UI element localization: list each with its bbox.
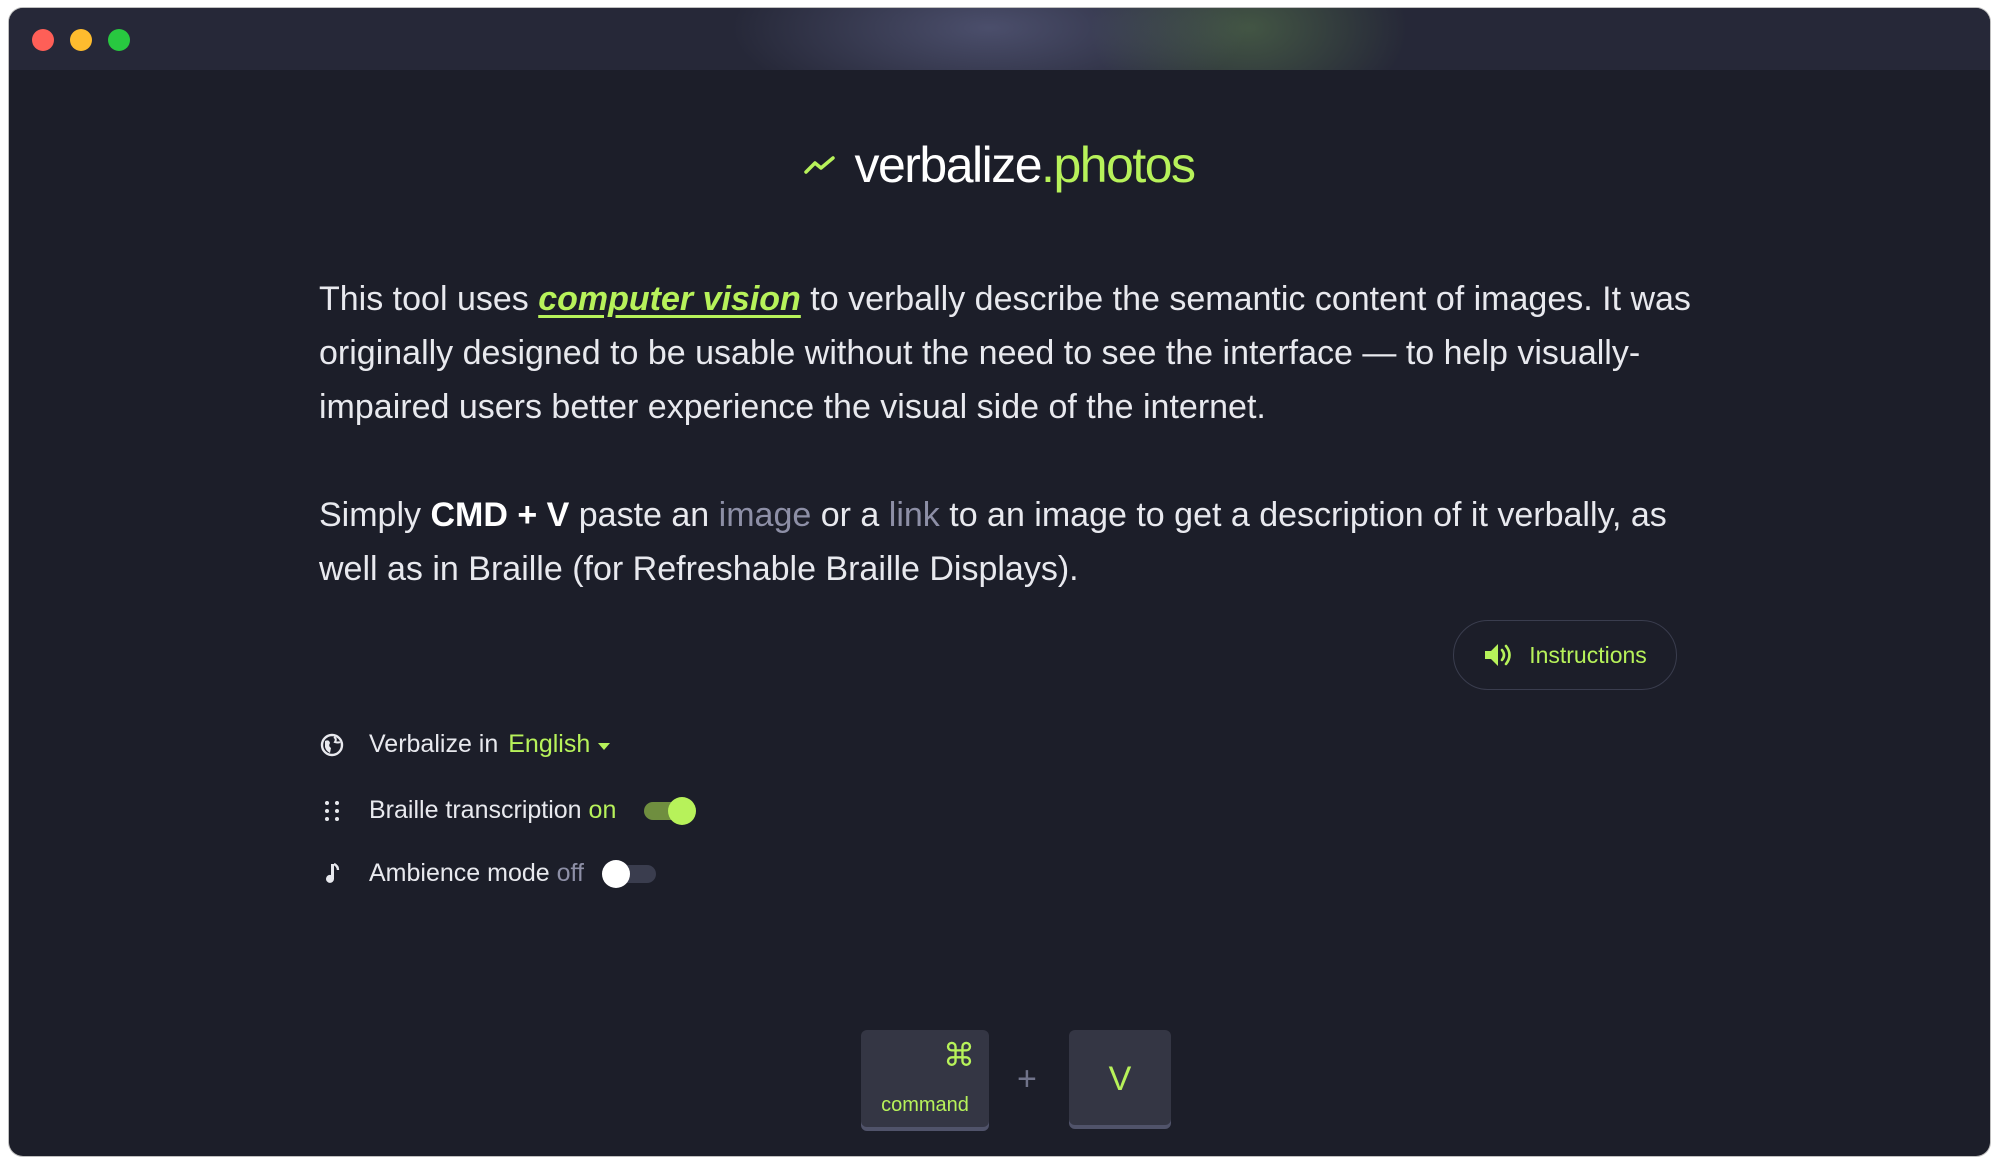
instructions-label: Instructions [1529, 641, 1647, 668]
v-key: V [1069, 1030, 1171, 1125]
command-symbol: ⌘ [943, 1037, 975, 1073]
ambience-label: Ambience mode [369, 859, 550, 887]
maximize-window-button[interactable] [108, 29, 130, 51]
title-bar-glow-accent [1089, 8, 1409, 70]
logo-domain: .photos [1041, 137, 1196, 193]
intro-paragraph: This tool uses computer vision to verbal… [319, 272, 1699, 434]
paste-text-2: paste an [569, 496, 719, 534]
shortcut-text: CMD + V [430, 496, 570, 534]
chevron-down-icon [598, 742, 611, 750]
command-key-label: command [881, 1094, 969, 1116]
toggle-knob [601, 859, 630, 888]
app-window: verbalize .photos This tool uses computer… [9, 8, 1990, 1156]
logo-name: verbalize [854, 137, 1042, 193]
plus-sign: + [1017, 1060, 1037, 1098]
computer-vision-link[interactable]: computer vision [538, 280, 801, 318]
ambience-setting: Ambience mode off [319, 859, 656, 888]
toggle-knob [668, 796, 697, 825]
braille-toggle[interactable] [644, 796, 697, 825]
close-window-button[interactable] [32, 29, 54, 51]
v-key-label: V [1108, 1060, 1132, 1098]
instructions-button[interactable]: Instructions [1453, 620, 1677, 690]
music-note-icon [319, 862, 345, 886]
link-link[interactable]: link [889, 496, 940, 534]
site-logo[interactable]: verbalize .photos [9, 130, 1990, 194]
language-label: Verbalize in [369, 730, 499, 758]
ambience-toggle[interactable] [601, 859, 656, 888]
braille-label: Braille transcription [369, 796, 582, 824]
braille-setting: Braille transcription on [319, 796, 697, 825]
title-bar [9, 8, 1990, 70]
speaker-icon [1485, 644, 1511, 666]
language-value: English [508, 730, 591, 758]
ambience-state: off [556, 859, 584, 887]
intro-text-start: This tool uses [319, 280, 539, 318]
language-setting: Verbalize in English [319, 730, 611, 759]
globe-icon [319, 733, 345, 757]
command-key: ⌘ command [861, 1030, 989, 1127]
minimize-window-button[interactable] [70, 29, 92, 51]
image-link[interactable]: image [719, 496, 812, 534]
paste-text-3: or a [811, 496, 889, 534]
paste-text-1: Simply [319, 496, 431, 534]
braille-state: on [588, 796, 617, 824]
trend-line-icon [804, 156, 836, 174]
paste-instructions-paragraph: Simply CMD + V paste an image or a link … [319, 488, 1699, 596]
language-dropdown[interactable]: English [508, 730, 611, 759]
braille-icon [319, 800, 345, 822]
